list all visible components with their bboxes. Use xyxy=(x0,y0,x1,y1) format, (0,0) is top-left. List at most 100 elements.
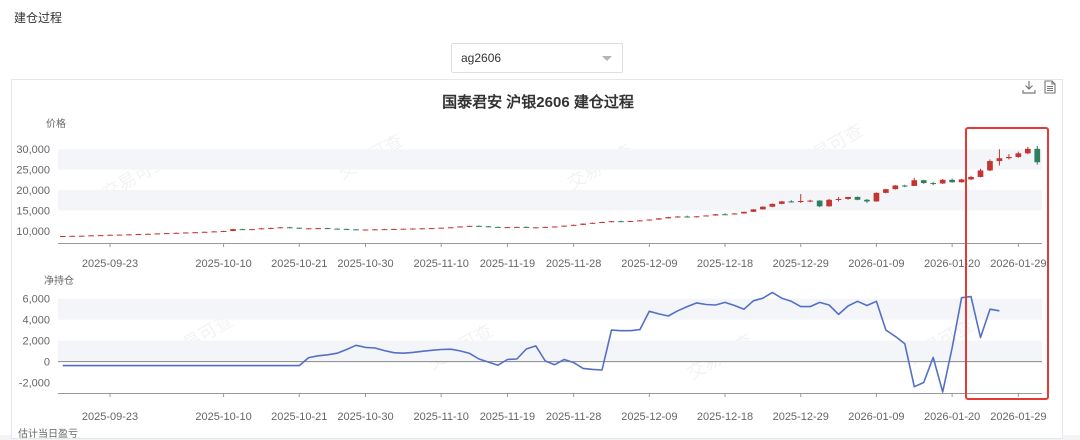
candle-body xyxy=(126,234,132,236)
price-x-tick-label: 2025-12-18 xyxy=(697,258,753,270)
candle-body xyxy=(286,227,293,229)
candle-body xyxy=(769,203,776,207)
candle-body xyxy=(731,213,738,215)
candle-body xyxy=(580,223,586,225)
candle-body xyxy=(466,225,473,227)
candle-body xyxy=(268,227,274,229)
price-x-tick-label: 2025-12-29 xyxy=(773,258,829,270)
candle-body xyxy=(561,225,568,227)
contract-select[interactable]: ag2606 xyxy=(451,43,623,73)
candle-body xyxy=(599,222,605,224)
position-y-tick-label: 6,000 xyxy=(22,294,50,306)
candle-body xyxy=(845,196,851,199)
download-icon[interactable] xyxy=(1022,80,1036,94)
position-x-tick-label: 2025-10-30 xyxy=(337,411,393,423)
candle-body xyxy=(97,235,104,237)
candle-body xyxy=(826,199,832,207)
price-x-tick-label: 2025-10-10 xyxy=(195,258,251,270)
position-y-tick-label: 2,000 xyxy=(22,336,50,348)
candle-body xyxy=(457,226,463,228)
candle-body xyxy=(315,228,322,230)
position-y-tick-label: 0 xyxy=(44,357,50,369)
price-x-tick-label: 2026-01-20 xyxy=(924,258,980,270)
candle-body xyxy=(987,161,993,171)
position-x-tick-label: 2025-12-09 xyxy=(621,411,677,423)
candle-body xyxy=(816,200,823,207)
candle-body xyxy=(447,227,454,229)
candle-body xyxy=(495,226,501,228)
candle-body xyxy=(939,179,946,184)
chart-canvas: 交易可查交易可查交易可查交易可查交易可查交易可查交易可查交易可查30,00025… xyxy=(16,120,1049,423)
section-title: 建仓过程 xyxy=(14,11,63,25)
candle-body xyxy=(514,226,520,228)
candle-body xyxy=(353,229,359,231)
candle-body xyxy=(703,215,709,217)
candle-body xyxy=(532,227,539,229)
candle-body xyxy=(220,230,227,232)
candle-body xyxy=(760,206,766,210)
candle-body xyxy=(476,225,482,227)
candle-body xyxy=(145,233,151,235)
candle-body xyxy=(797,201,804,203)
candle-body xyxy=(324,228,331,230)
data-view-icon[interactable] xyxy=(1044,80,1056,94)
candle-body xyxy=(864,199,870,202)
candle-body xyxy=(977,170,984,177)
price-y-tick-label: 15,000 xyxy=(16,205,50,217)
candle-body xyxy=(551,226,558,228)
candle-body xyxy=(173,232,180,234)
price-grid-band xyxy=(58,190,1042,211)
candle-body xyxy=(627,220,634,222)
candle-body xyxy=(249,229,255,231)
candle-body xyxy=(618,221,624,223)
chevron-down-icon[interactable] xyxy=(602,56,612,61)
price-y-tick-label: 25,000 xyxy=(16,165,50,177)
position-x-tick-label: 2025-12-18 xyxy=(697,411,753,423)
candle-body xyxy=(958,179,965,183)
price-x-tick-label: 2025-11-28 xyxy=(546,258,601,270)
position-x-tick-label: 2025-10-21 xyxy=(271,411,327,423)
chart-title: 国泰君安 沪银2606 建仓过程 xyxy=(442,94,634,111)
candle-body xyxy=(655,218,662,220)
position-y-tick-label: 4,000 xyxy=(22,315,50,327)
price-x-tick-label: 2025-10-21 xyxy=(271,258,327,270)
candle-body xyxy=(589,222,596,224)
candle-body xyxy=(372,229,378,231)
daily-pnl-axis-name: 估计当日盈亏 xyxy=(18,429,78,440)
candle-body xyxy=(883,189,889,193)
candle-body xyxy=(901,185,908,187)
price-x-tick-label: 2025-12-09 xyxy=(621,258,677,270)
candle-body xyxy=(485,226,492,228)
candle-body xyxy=(258,228,265,230)
candle-body xyxy=(428,228,435,230)
candle-body xyxy=(788,201,795,203)
candle-body xyxy=(419,228,426,230)
position-y-tick-label: -2,000 xyxy=(19,378,50,390)
candle-body xyxy=(504,227,511,229)
candle-body xyxy=(1006,156,1012,159)
position-grid-band xyxy=(58,298,1042,320)
position-x-tick-label: 2025-10-10 xyxy=(195,411,251,423)
position-x-tick-label: 2026-01-20 xyxy=(924,411,980,423)
candle-body xyxy=(381,229,388,231)
candle-body xyxy=(78,235,85,237)
page: 建仓过程 ag2606 交易可查交易可查交易可查交易可查交易可查交易可查交易可查… xyxy=(0,0,1080,440)
candle-body xyxy=(201,231,208,233)
price-axis-name: 价格 xyxy=(46,119,66,130)
candle-body xyxy=(741,211,747,214)
candle-body xyxy=(88,235,94,237)
candle-body xyxy=(409,228,416,230)
candle-body xyxy=(1024,148,1031,154)
chart-card: 交易可查交易可查交易可查交易可查交易可查交易可查交易可查交易可查30,00025… xyxy=(11,79,1063,440)
candle-body xyxy=(523,226,530,228)
position-x-tick-label: 2025-12-29 xyxy=(773,411,829,423)
net-position-axis-name: 净持仓 xyxy=(44,276,74,287)
candle-body xyxy=(665,217,672,219)
candle-body xyxy=(930,183,937,185)
candle-body xyxy=(391,228,397,230)
price-y-tick-label: 30,000 xyxy=(16,144,50,156)
candle-body xyxy=(239,229,246,231)
candle-body xyxy=(684,216,691,218)
candle-body xyxy=(835,198,842,200)
position-grid-band xyxy=(58,340,1042,362)
